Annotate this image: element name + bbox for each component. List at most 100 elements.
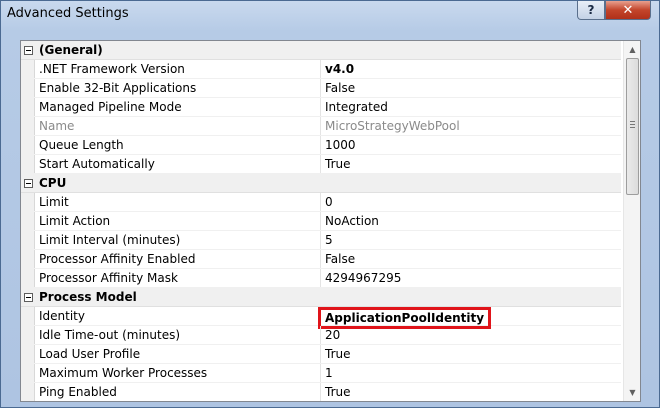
vertical-scrollbar[interactable]: ▲ ▼ <box>623 41 640 401</box>
property-name: Limit Action <box>35 212 321 230</box>
row-gutter <box>21 155 35 173</box>
category-label: Process Model <box>39 290 137 304</box>
property-value[interactable]: 20 <box>321 326 621 344</box>
property-name: Idle Time-out (minutes) <box>35 326 321 344</box>
property-value[interactable]: True <box>321 345 621 363</box>
property-row[interactable]: Limit Interval (minutes) 5 <box>21 231 621 250</box>
property-value-text: MicroStrategyWebPool <box>325 119 460 133</box>
row-gutter <box>21 364 35 382</box>
property-value[interactable]: NoAction <box>321 212 621 230</box>
property-row[interactable]: Limit Action NoAction <box>21 212 621 231</box>
row-gutter <box>21 269 35 287</box>
property-name: Enable 32-Bit Applications <box>35 79 321 97</box>
property-value-text: v4.0 <box>325 62 355 76</box>
property-name: Processor Affinity Enabled <box>35 250 321 268</box>
property-value[interactable]: MicroStrategyWebPool <box>321 117 621 135</box>
property-row[interactable]: Idle Time-out (minutes) 20 <box>21 326 621 345</box>
row-gutter <box>21 79 35 97</box>
property-name: Managed Pipeline Mode <box>35 98 321 116</box>
property-name: Identity <box>35 307 321 325</box>
property-value[interactable]: False <box>321 250 621 268</box>
scroll-down-arrow-icon[interactable]: ▼ <box>624 384 641 401</box>
property-value-text: False <box>325 81 356 95</box>
property-row[interactable]: .NET Framework Version v4.0 <box>21 60 621 79</box>
property-name: Maximum Worker Processes <box>35 364 321 382</box>
row-gutter <box>21 136 35 154</box>
property-row[interactable]: Start Automatically True <box>21 155 621 174</box>
property-name: .NET Framework Version <box>35 60 321 78</box>
advanced-settings-dialog: Advanced Settings ? ✕ (General) .NET Fram… <box>0 0 660 408</box>
row-gutter <box>21 326 35 344</box>
property-name: Queue Length <box>35 136 321 154</box>
property-grid-frame: (General) .NET Framework Version v4.0 Enabl… <box>20 40 641 402</box>
window-title: Advanced Settings <box>7 6 129 21</box>
property-value[interactable]: 4294967295 <box>321 269 621 287</box>
property-value-text: 1000 <box>325 138 356 152</box>
property-value[interactable]: 1000 <box>321 136 621 154</box>
close-icon: ✕ <box>622 2 634 18</box>
property-row[interactable]: Enable 32-Bit Applications False <box>21 79 621 98</box>
category-label: CPU <box>39 176 67 190</box>
category-row[interactable]: (General) <box>21 41 621 60</box>
category-row[interactable]: Process Model <box>21 288 621 307</box>
property-value[interactable]: Integrated <box>321 98 621 116</box>
help-button[interactable]: ? <box>577 1 605 20</box>
property-value-text: True <box>325 157 351 171</box>
property-value-text: NoAction <box>325 214 379 228</box>
property-grid: (General) .NET Framework Version v4.0 Enabl… <box>21 41 621 401</box>
property-value-text: Integrated <box>325 100 388 114</box>
property-row[interactable]: Queue Length 1000 <box>21 136 621 155</box>
property-value[interactable]: ApplicationPoolIdentity <box>318 307 621 329</box>
collapse-toggle-icon[interactable] <box>21 288 35 306</box>
property-row[interactable]: Load User Profile True <box>21 345 621 364</box>
category-label: (General) <box>39 43 103 57</box>
property-value-text: 5 <box>325 233 333 247</box>
row-gutter <box>21 345 35 363</box>
category-row[interactable]: CPU <box>21 174 621 193</box>
property-value[interactable]: 1 <box>321 364 621 382</box>
property-value[interactable]: True <box>321 383 621 401</box>
property-value[interactable]: v4.0 <box>321 60 621 78</box>
property-value-text: True <box>325 385 351 399</box>
row-gutter <box>21 193 35 211</box>
property-name: Ping Enabled <box>35 383 321 401</box>
property-value[interactable]: False <box>321 79 621 97</box>
property-row[interactable]: Processor Affinity Enabled False <box>21 250 621 269</box>
property-value[interactable]: 0 <box>321 193 621 211</box>
property-value-text: 4294967295 <box>325 271 402 285</box>
row-gutter <box>21 60 35 78</box>
property-value[interactable]: 5 <box>321 231 621 249</box>
row-gutter <box>21 250 35 268</box>
property-value-text: 1 <box>325 366 333 380</box>
collapse-toggle-icon[interactable] <box>21 41 35 59</box>
row-gutter <box>21 212 35 230</box>
property-name: Limit <box>35 193 321 211</box>
collapse-toggle-icon[interactable] <box>21 174 35 192</box>
property-row[interactable]: Limit 0 <box>21 193 621 212</box>
property-name: Start Automatically <box>35 155 321 173</box>
row-gutter <box>21 307 35 325</box>
title-bar[interactable]: Advanced Settings ? ✕ <box>1 1 660 29</box>
row-gutter <box>21 98 35 116</box>
property-name: Processor Affinity Mask <box>35 269 321 287</box>
property-value-text: 0 <box>325 195 333 209</box>
property-name: Load User Profile <box>35 345 321 363</box>
property-row[interactable]: Ping Enabled True <box>21 383 621 401</box>
scroll-up-arrow-icon[interactable]: ▲ <box>624 41 641 58</box>
property-value-text: True <box>325 347 351 361</box>
property-name: Limit Interval (minutes) <box>35 231 321 249</box>
row-gutter <box>21 231 35 249</box>
property-row[interactable]: Managed Pipeline Mode Integrated <box>21 98 621 117</box>
property-row[interactable]: Identity ApplicationPoolIdentity <box>21 307 621 329</box>
property-value-text: False <box>325 252 356 266</box>
property-row[interactable]: Processor Affinity Mask 4294967295 <box>21 269 621 288</box>
property-name: Name <box>35 117 321 135</box>
row-gutter <box>21 117 35 135</box>
property-value[interactable]: True <box>321 155 621 173</box>
scroll-thumb[interactable] <box>626 58 639 195</box>
property-row[interactable]: Name MicroStrategyWebPool <box>21 117 621 136</box>
close-button[interactable]: ✕ <box>605 1 651 20</box>
property-value-text: 20 <box>325 328 341 342</box>
property-row[interactable]: Maximum Worker Processes 1 <box>21 364 621 383</box>
help-icon: ? <box>587 3 595 17</box>
